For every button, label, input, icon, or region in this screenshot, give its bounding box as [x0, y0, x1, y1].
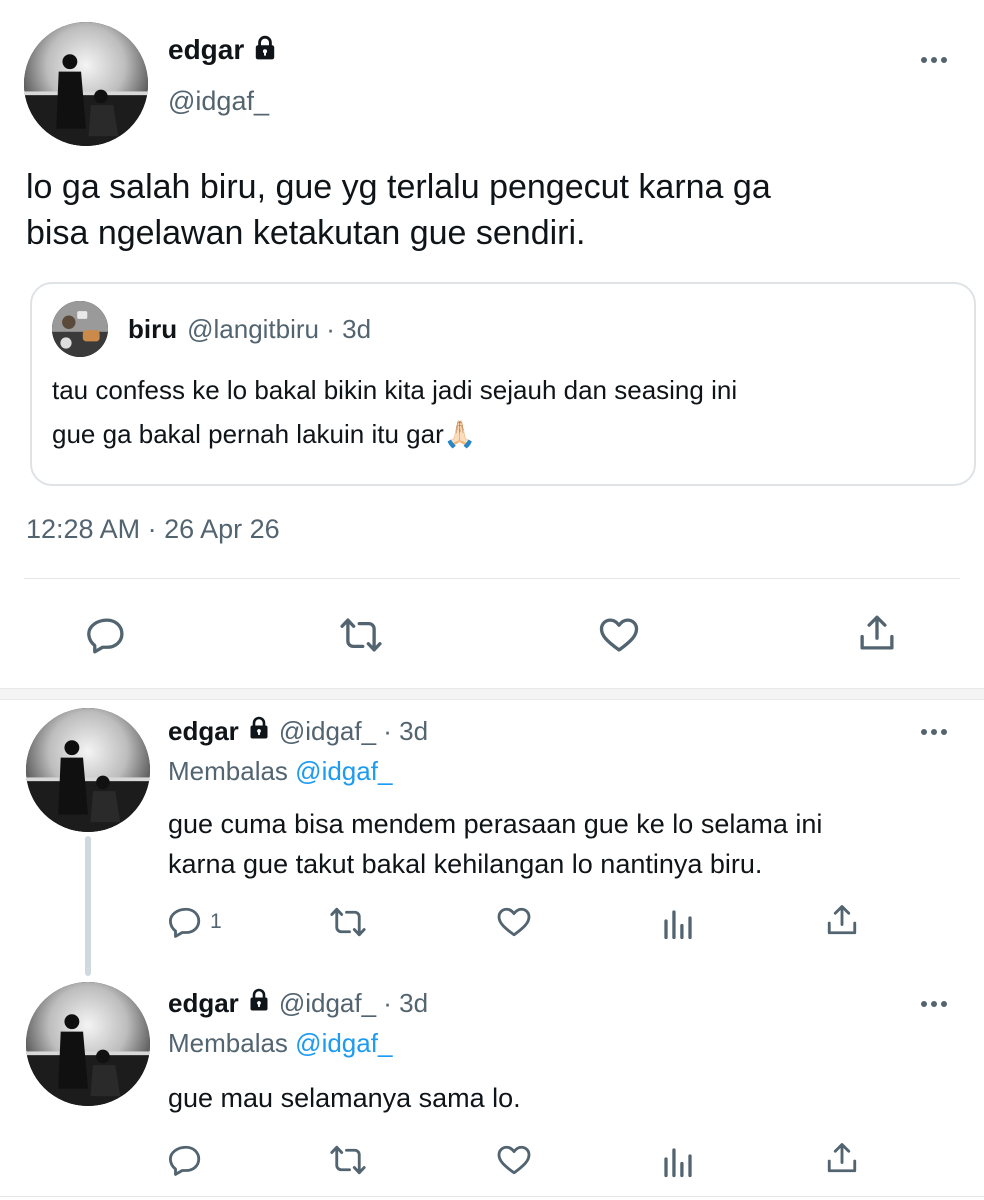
- thread-line: [85, 836, 91, 976]
- share-icon[interactable]: [824, 1140, 860, 1176]
- lock-icon: [252, 35, 278, 66]
- display-name[interactable]: edgar: [168, 34, 244, 66]
- stats-icon[interactable]: [660, 906, 696, 942]
- replying-label: Membalas: [168, 756, 288, 786]
- retweet-icon[interactable]: [340, 614, 382, 656]
- retweet-icon[interactable]: [330, 1142, 366, 1178]
- handle[interactable]: @idgaf_: [168, 86, 269, 117]
- divider: [0, 1196, 984, 1197]
- replying-to-link[interactable]: @idgaf_: [295, 1028, 392, 1058]
- reply-icon[interactable]: 1: [168, 904, 222, 940]
- tweet-text-line: lo ga salah biru, gue yg terlalu pengecu…: [26, 168, 771, 206]
- share-icon[interactable]: [824, 902, 860, 938]
- quoted-display-name: biru: [128, 314, 178, 344]
- reply-count: 1: [210, 910, 222, 933]
- like-icon[interactable]: [496, 1142, 532, 1178]
- stats-icon[interactable]: [660, 1144, 696, 1180]
- lock-icon: [247, 716, 271, 747]
- reply-text-line: gue cuma bisa mendem perasaan gue ke lo …: [168, 809, 823, 839]
- reply-text: gue cuma bisa mendem perasaan gue ke lo …: [168, 804, 958, 884]
- quoted-avatar: [52, 301, 108, 357]
- avatar[interactable]: [26, 982, 150, 1106]
- quoted-text-line: gue ga bakal pernah lakuin itu gar🙏🏻: [52, 419, 477, 449]
- replying-label: Membalas: [168, 1028, 288, 1058]
- divider: [24, 578, 960, 579]
- like-icon[interactable]: [598, 614, 640, 656]
- lock-icon: [247, 988, 271, 1019]
- tweet-text-line: bisa ngelawan ketakutan gue sendiri.: [26, 214, 586, 252]
- more-icon[interactable]: [914, 50, 954, 70]
- handle-time[interactable]: @idgaf_ · 3d: [279, 988, 428, 1019]
- retweet-icon[interactable]: [330, 904, 366, 940]
- more-icon[interactable]: [914, 994, 954, 1014]
- quoted-text: tau confess ke lo bakal bikin kita jadi …: [52, 368, 962, 456]
- display-name[interactable]: edgar: [168, 988, 239, 1019]
- section-separator: [0, 688, 984, 700]
- avatar[interactable]: [24, 22, 148, 146]
- like-icon[interactable]: [496, 904, 532, 940]
- reply-text: gue mau selamanya sama lo.: [168, 1083, 521, 1113]
- reply-icon[interactable]: [168, 1142, 204, 1178]
- quoted-handle-time: @langitbiru · 3d: [187, 314, 372, 344]
- quoted-text-line: tau confess ke lo bakal bikin kita jadi …: [52, 375, 738, 405]
- share-icon[interactable]: [856, 612, 898, 654]
- replying-to-link[interactable]: @idgaf_: [295, 756, 392, 786]
- more-icon[interactable]: [914, 722, 954, 742]
- timestamp[interactable]: 12:28 AM · 26 Apr 26: [26, 514, 280, 545]
- reply-text-line: karna gue takut bakal kehilangan lo nant…: [168, 849, 763, 879]
- handle-time[interactable]: @idgaf_ · 3d: [279, 716, 428, 747]
- reply-icon[interactable]: [86, 614, 128, 656]
- tweet-text: lo ga salah biru, gue yg terlalu pengecu…: [26, 164, 966, 256]
- avatar[interactable]: [26, 708, 150, 832]
- display-name[interactable]: edgar: [168, 716, 239, 747]
